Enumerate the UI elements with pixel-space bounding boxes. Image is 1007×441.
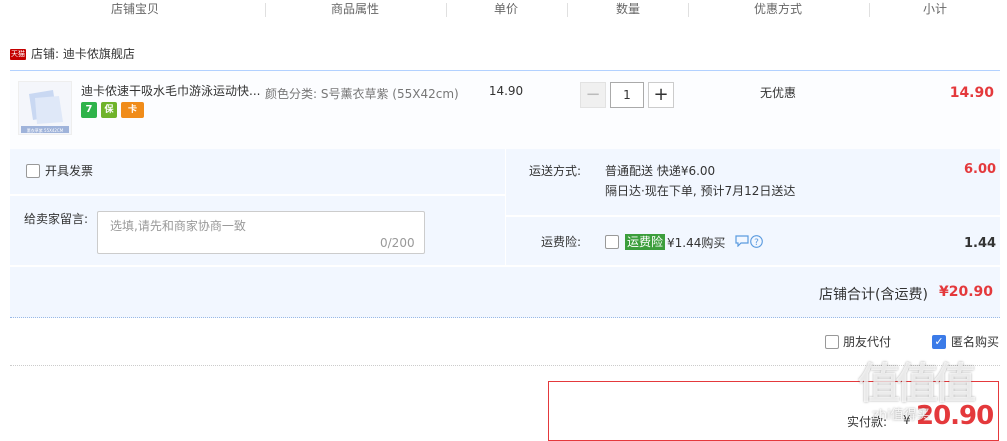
shop-name[interactable]: 店铺: 迪卡侬旗舰店 (31, 46, 135, 62)
col-header-qty: 数量 (615, 2, 640, 16)
col-header-promo: 优惠方式 (753, 2, 802, 16)
svg-text:薰衣草紫 55X42CM: 薰衣草紫 55X42CM (27, 127, 64, 133)
insurance-label: 运费险: (541, 235, 582, 249)
friend-pay-label: 朋友代付 (843, 335, 892, 349)
promotion-text: 无优惠 (759, 86, 796, 100)
message-char-count: 0/200 (380, 236, 415, 250)
guarantee-icon: 保 (101, 102, 117, 118)
message-label: 给卖家留言: (24, 212, 89, 226)
divider (10, 365, 1000, 366)
col-header-attr: 商品属性 (330, 2, 379, 16)
message-placeholder: 选填,请先和商家协商一致 (110, 219, 246, 233)
shipping-fee: 6.00 (964, 162, 997, 177)
insurance-fee: 1.44 (964, 236, 997, 251)
shipping-panel (506, 149, 1000, 215)
product-attributes: 颜色分类: S号薰衣草紫 (55X42cm) (265, 87, 459, 101)
decrease-button[interactable]: − (580, 82, 606, 108)
shipping-eta: 隔日达·现在下单, 预计7月12日送达 (605, 184, 796, 198)
col-header-price: 单价 (493, 2, 518, 16)
header-divider (446, 3, 447, 17)
header-divider (869, 3, 870, 17)
header-divider (688, 3, 689, 17)
watermark-text: zhi值得买 (872, 408, 930, 423)
col-header-item: 店铺宝贝 (110, 2, 159, 16)
increase-button[interactable]: + (648, 82, 674, 108)
tmall-icon: 天猫 (10, 49, 26, 60)
product-thumbnail[interactable]: 薰衣草紫 55X42CM (18, 81, 72, 135)
insurance-checkbox[interactable] (605, 235, 619, 249)
invoice-checkbox[interactable] (26, 164, 40, 178)
shipping-label: 运送方式: (529, 164, 582, 178)
friend-pay-checkbox[interactable] (825, 335, 839, 349)
shop-total-value: ¥20.90 (939, 284, 994, 300)
product-title[interactable]: 迪卡侬速干吸水毛巾游泳运动快... (81, 83, 263, 99)
svg-text:?: ? (754, 238, 759, 248)
anonymous-label: 匿名购买 (951, 335, 1000, 349)
quantity-input[interactable]: 1 (610, 82, 644, 108)
insurance-tag: 运费险 (625, 234, 666, 250)
chat-icon[interactable] (735, 235, 749, 250)
insurance-price: ¥1.44购买 (667, 236, 726, 250)
shop-total-label: 店铺合计(含运费) (819, 287, 928, 303)
header-divider (567, 3, 568, 17)
item-subtotal: 14.90 (949, 85, 994, 101)
towel-image-icon: 薰衣草紫 55X42CM (19, 82, 71, 134)
header-divider (265, 3, 266, 17)
invoice-label: 开具发票 (45, 164, 94, 178)
watermark-logo: 值值值 (858, 359, 976, 408)
seven-day-return-icon: 7 (81, 102, 97, 118)
credit-card-icon: 卡 (121, 102, 144, 118)
help-icon[interactable]: ? (750, 235, 763, 251)
cart-header: 店铺宝贝 商品属性 单价 数量 优惠方式 小计 (0, 0, 1007, 20)
item-row (10, 70, 1000, 149)
col-header-subtotal: 小计 (922, 2, 947, 16)
unit-price: 14.90 (488, 84, 524, 98)
anonymous-checkbox[interactable]: ✓ (932, 335, 946, 349)
shipping-method[interactable]: 普通配送 快递¥6.00 (605, 163, 715, 179)
